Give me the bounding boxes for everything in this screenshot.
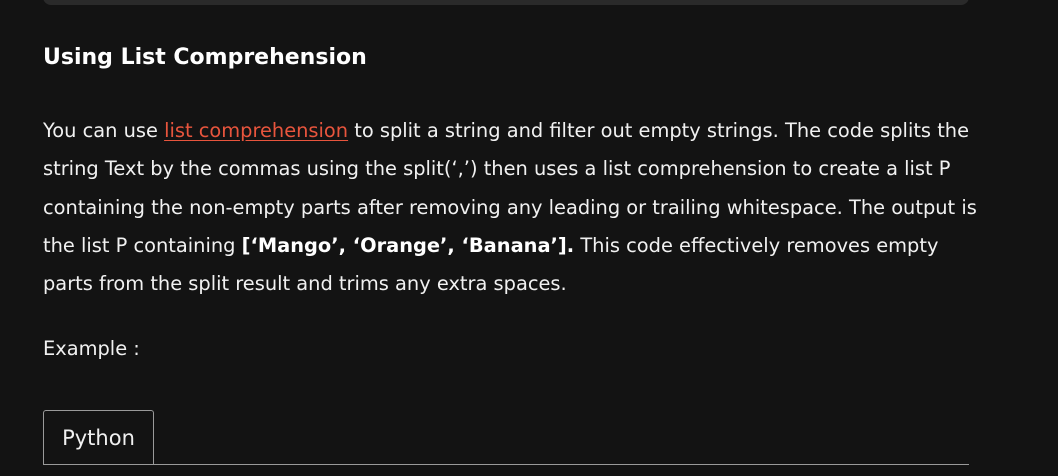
explanation-paragraph: You can use list comprehension to split … [43,112,983,303]
previous-code-panel [43,0,969,5]
paragraph-text-start: You can use [43,119,165,142]
tab-python[interactable]: Python [43,410,154,464]
code-tabs-container: Python [43,410,969,476]
example-label: Example : [43,337,140,360]
code-tabs-divider [43,464,969,465]
list-comprehension-link[interactable]: list comprehension [164,119,348,142]
output-result-bold: [‘Mango’, ‘Orange’, ‘Banana’]. [241,233,575,257]
section-heading: Using List Comprehension [43,45,367,70]
